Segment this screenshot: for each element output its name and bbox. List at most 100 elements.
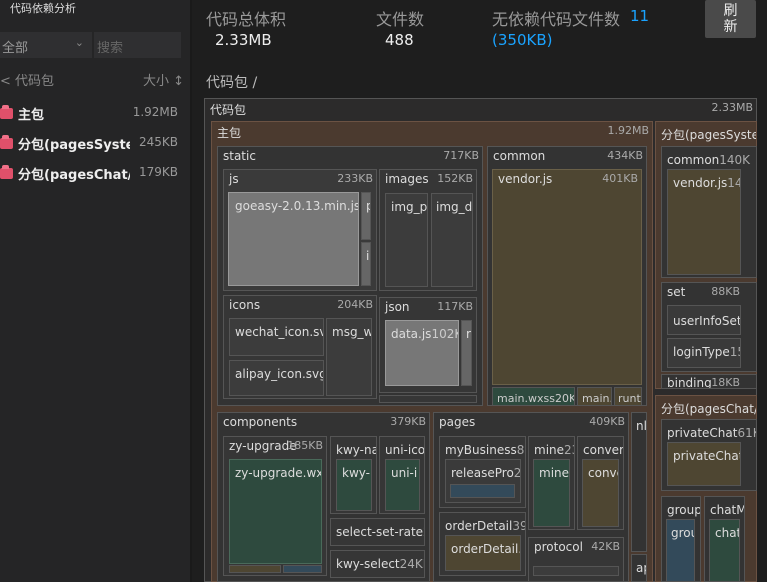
ssr-label: select-set-rate26 [336,525,424,539]
mine-file[interactable]: mine. [533,459,570,527]
runtime-file[interactable]: runt [614,387,642,406]
vendor2-size: 140 [727,176,740,190]
releasepro-file[interactable] [450,484,515,498]
vendor-size: 401KB [602,172,638,185]
goeasy-file[interactable]: goeasy-2.0.13.min.js213 [228,192,359,286]
common-size: 434KB [607,149,643,162]
runt-name: runt [618,392,641,405]
back-package-header[interactable]: < 代码包 [0,70,54,89]
static-name: static [223,149,256,163]
relpro-label: releasePro26 [451,466,520,480]
search-input[interactable]: 搜索 [94,32,181,58]
alipay-label: alipay_icon.svg67 [235,367,324,381]
item-size: 1.92MB [132,105,178,119]
uni-i-file[interactable]: uni-i [385,459,420,511]
refresh-label-1: 刷 [723,3,738,19]
nl-folder[interactable]: nl [631,412,647,552]
common2-size: 140K [719,153,751,167]
sidebar-item-chat[interactable]: 分包(pagesChat/) 179KB [0,164,190,188]
mine-name: mine [534,443,565,457]
mine-size: 23 [564,443,574,457]
nodep-size[interactable]: (350KB) [492,31,552,49]
vendor-js-file[interactable]: vendor.js 401KB [492,169,642,385]
sidebar-item-system[interactable]: 分包(pagesSyste... 245KB [0,134,190,158]
icons-size: 204KB [337,298,373,311]
convers-name: convers [583,443,624,457]
orderd-label: orderDetail39K [445,519,525,533]
zyupw-name: zy-upgrade.wxss [235,466,322,480]
common2-name: common [667,153,720,167]
sidebar: 代码依赖分析 全部 ⌄ 搜索 < 代码包 大小 ↕ 主包 1.92MB 分包(pag… [0,0,190,582]
js-size: 233KB [337,172,373,185]
sidebar-title: 代码依赖分析 [10,2,76,15]
grou-name: grou [671,526,694,540]
chat-name: chat [715,526,740,540]
json-r-file[interactable]: r [461,320,472,386]
js-name: js [229,172,239,186]
alipay-name: alipay_icon.svg [235,367,324,381]
msg-wa-file[interactable]: msg_wa [326,318,372,396]
js-p-file[interactable]: p [361,192,371,240]
kwy-select-folder[interactable]: kwy-select24KB [330,550,425,578]
img-po-file[interactable]: img_po [385,193,428,287]
zyup-size: 185KB [287,439,323,452]
uniico-name: uni-icor [385,443,425,457]
protocol-file[interactable] [533,566,619,576]
filter-select[interactable]: 全部 ⌄ [0,32,92,58]
alipay-icon-file[interactable]: alipay_icon.svg67 [229,360,324,396]
msgw-name: msg_wa [332,325,371,339]
mybiz-label: myBusiness80K [445,443,525,457]
pages-name: pages [439,415,476,429]
data-js-file[interactable]: data.js102KB [385,320,459,386]
groupsetting-file[interactable]: grou [666,519,695,582]
groups-name: groupS [667,503,700,517]
nodep-count[interactable]: 11 [630,7,649,25]
select-set-rate-folder[interactable]: select-set-rate26 [330,518,425,546]
filter-value: 全部 [2,41,29,56]
zy-upgrade-json-file[interactable] [283,565,322,573]
goeasy-label: goeasy-2.0.13.min.js213 [235,199,358,213]
lt-size: 15 [729,345,740,359]
dataj-name: data.js [391,327,432,341]
sub2-name: 分包(pagesChat/) [661,402,757,416]
img-de-file[interactable]: img_de [431,193,473,287]
chatmsg-file[interactable]: chat [709,519,740,582]
system-vendor-file[interactable]: vendor.js140 [667,169,741,275]
sort-size-header[interactable]: 大小 ↕ [143,70,184,89]
conversation-file[interactable]: conve [582,459,619,527]
js-i-name: i [366,249,370,263]
ap-folder[interactable]: ap [631,554,647,582]
kwys-size: 24KB [399,557,424,571]
static-misc[interactable] [379,395,477,403]
folder-icon [0,135,13,149]
userinfoset-folder[interactable]: userInfoSet2 [667,305,741,335]
ssr-name: select-set-rate [336,525,424,539]
kwys-name: kwy-select [336,557,400,571]
item-name: 分包(pagesSyste... [18,138,130,153]
mybiz-name: myBusiness [445,443,517,457]
zy-upgrade-wxss-file[interactable]: zy-upgrade.wxss [229,459,322,564]
relpro-name: releasePro [451,466,514,480]
static-size: 717KB [443,149,479,162]
js-i-file[interactable]: i [361,242,371,286]
ap-name: ap [636,561,646,575]
file-count-label: 文件数 [376,10,425,29]
binding-folder[interactable]: binding 18KB [661,374,757,389]
set-name: set [667,285,686,299]
sidebar-item-main[interactable]: 主包 1.92MB [0,104,190,128]
main-js-file[interactable]: main. [577,387,612,406]
kwy-r-file[interactable]: kwy-r [336,459,372,511]
orderdetail-file[interactable]: orderDetail.js [445,535,521,571]
file-count-value: 488 [385,31,414,49]
lt-name: loginType [673,345,730,359]
dataj-size: 102KB [431,327,458,341]
refresh-button[interactable]: 刷新 [705,0,756,38]
wechat-name: wechat_icon.svg [235,325,323,339]
zy-upgrade-js-file[interactable] [229,565,281,573]
wechat-icon-file[interactable]: wechat_icon.svg [229,318,324,356]
main-wxss-file[interactable]: main.wxss20KB [492,387,575,406]
chatm-name: chatM [710,503,745,517]
vendor2-label: vendor.js140 [673,176,740,190]
privatechat-file[interactable]: privateChat.j [667,442,741,486]
logintype-folder[interactable]: loginType15 [667,338,741,368]
